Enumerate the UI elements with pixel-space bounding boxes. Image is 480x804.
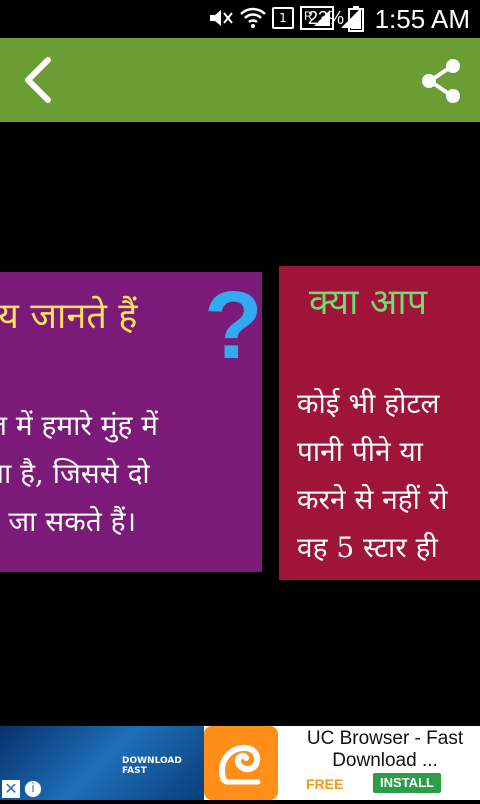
back-arrow-icon <box>25 57 51 103</box>
card-body: कोई भी होटल पानी पीने या करने से नहीं रो… <box>297 380 448 572</box>
ad-close-icon[interactable]: ✕ <box>2 780 20 798</box>
wifi-icon <box>240 7 266 28</box>
uc-squirrel-icon <box>219 744 261 785</box>
battery-percent: 23% <box>307 8 344 28</box>
app-logo[interactable] <box>204 726 278 800</box>
card-title: य जानते हैं <box>0 296 138 337</box>
ad-info-icon[interactable]: i <box>24 780 42 798</box>
card-body: ल में हमारे मुंह में ता है, जिससे दो रे … <box>0 402 158 546</box>
ad-thumb-caption: DOWNLOAD FAST <box>122 756 182 776</box>
card-line: पानी पीने या <box>297 435 423 468</box>
image-gallery[interactable]: य जानते हैं ? ल में हमारे मुंह में ता है… <box>0 122 480 726</box>
ad-title[interactable]: UC Browser - Fast Download ... <box>300 728 470 772</box>
card-line: ल में हमारे मुंह में <box>0 409 159 442</box>
card-title: क्या आप <box>309 282 428 323</box>
back-button[interactable] <box>18 56 62 104</box>
battery-icon <box>348 6 364 32</box>
card-line: रे जा सकते हैं। <box>0 505 137 538</box>
share-icon <box>422 59 460 103</box>
card-line: करने से नहीं रो <box>297 483 448 516</box>
gallery-card-1[interactable]: य जानते हैं ? ल में हमारे मुंह में ता है… <box>0 272 262 572</box>
question-mark-icon: ? <box>204 272 262 379</box>
status-bar: 1 R 23% 1:55 AM <box>0 0 480 38</box>
card-line: वह 5 स्टार ही <box>297 531 438 564</box>
gallery-card-2[interactable]: क्या आप कोई भी होटल पानी पीने या करने से… <box>279 266 480 580</box>
ad-price: FREE <box>306 776 344 792</box>
sim-icon: 1 <box>272 7 294 29</box>
mute-icon <box>210 10 233 26</box>
clock: 1:55 AM <box>374 4 470 34</box>
share-button[interactable] <box>416 56 466 106</box>
card-line: ता है, जिससे दो <box>0 457 150 490</box>
card-line: कोई भी होटल <box>297 387 440 420</box>
app-toolbar <box>0 38 480 122</box>
ad-banner[interactable]: DOWNLOAD FAST ✕ i UC Browser - Fast Down… <box>0 726 480 800</box>
install-button[interactable]: INSTALL <box>373 773 441 793</box>
